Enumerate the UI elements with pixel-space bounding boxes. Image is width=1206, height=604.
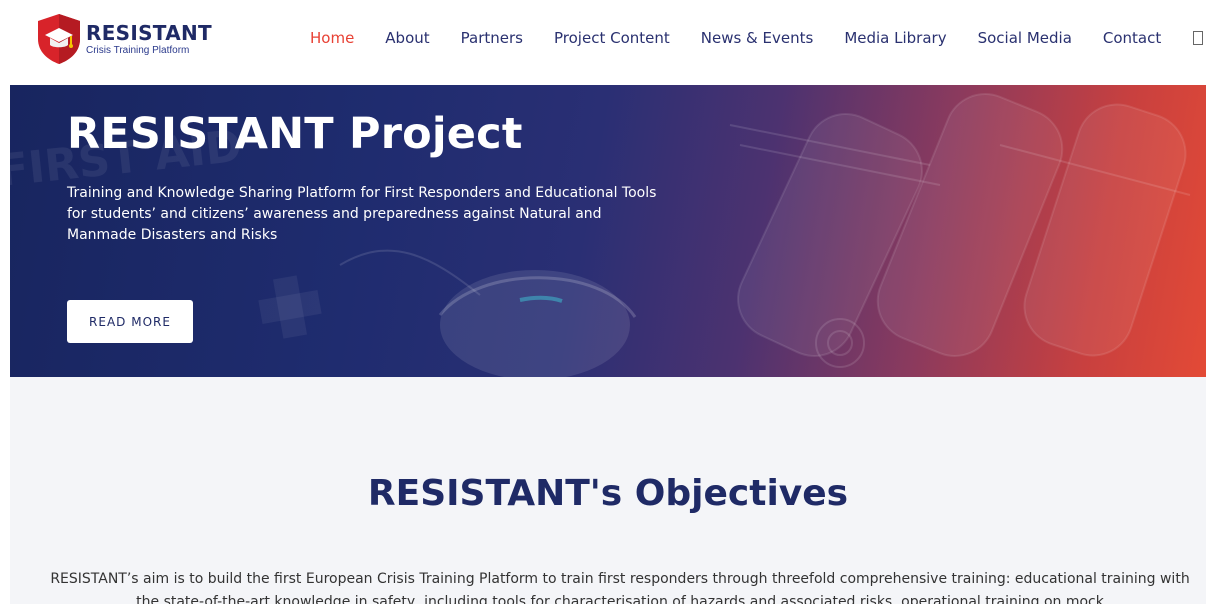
- site-header: RESISTANT Crisis Training Platform Home …: [0, 0, 1206, 84]
- logo-subtitle: Crisis Training Platform: [86, 44, 190, 56]
- objectives-title: RESISTANT's Objectives: [367, 473, 849, 514]
- objectives-section: RESISTANT's Objectives RESISTANT’s aim i…: [10, 377, 1206, 604]
- search-icon[interactable]: [1193, 31, 1204, 45]
- objectives-text: RESISTANT’s aim is to build the first Eu…: [50, 571, 1190, 604]
- nav-item-contact[interactable]: Contact: [1103, 28, 1161, 48]
- nav-item-social-media[interactable]: Social Media: [978, 28, 1072, 48]
- nav-item-about[interactable]: About: [385, 28, 429, 48]
- nav-item-project-content[interactable]: Project Content: [554, 28, 670, 48]
- hero-title: RESISTANT Project: [67, 109, 523, 159]
- nav-item-home[interactable]: Home: [310, 28, 354, 48]
- main-nav: Home About Partners Project Content News…: [310, 28, 1204, 48]
- nav-item-news-events[interactable]: News & Events: [701, 28, 814, 48]
- read-more-button[interactable]: READ MORE: [67, 300, 193, 343]
- hero-description: Training and Knowledge Sharing Platform …: [67, 185, 657, 243]
- nav-item-partners[interactable]: Partners: [461, 28, 523, 48]
- logo-title: RESISTANT: [86, 20, 212, 45]
- site-logo[interactable]: RESISTANT Crisis Training Platform: [36, 12, 226, 66]
- nav-item-media-library[interactable]: Media Library: [844, 28, 946, 48]
- hero-banner: FIRST AID RESISTANT Project Training and…: [10, 85, 1206, 377]
- shield-logo-icon: [36, 13, 82, 65]
